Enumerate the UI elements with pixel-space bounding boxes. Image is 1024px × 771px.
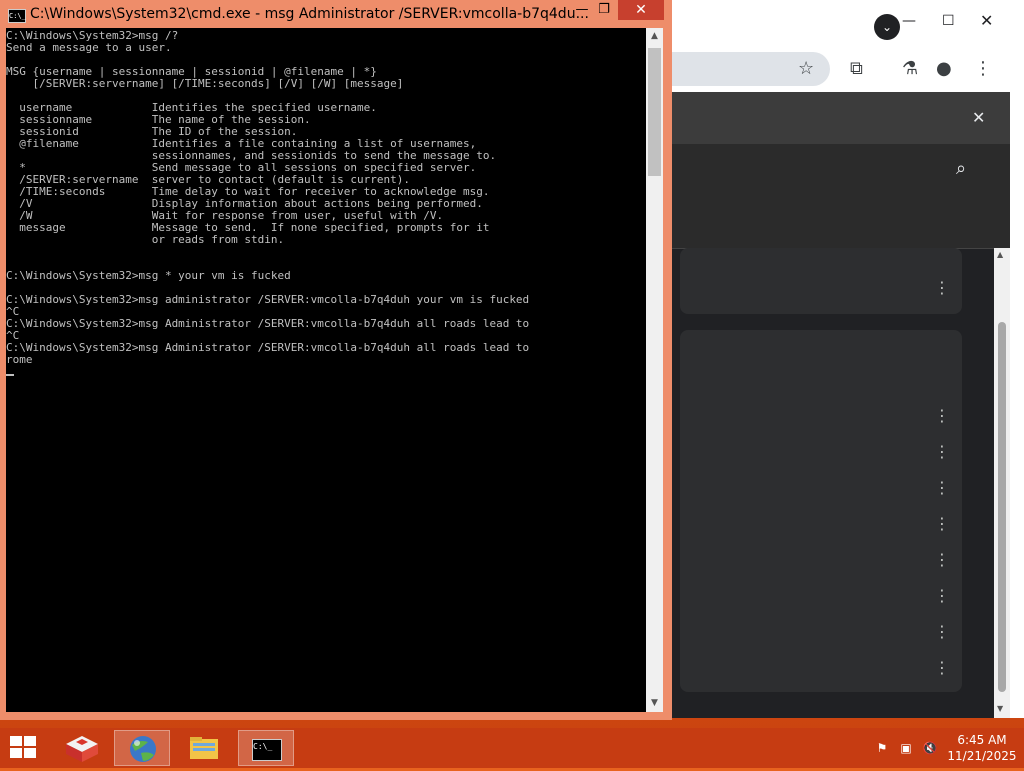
content-topbar: ⌕: [672, 144, 1010, 249]
browser-window: ⌄ — ☐ ✕ ☆ ⧉ ⚗ ● ⋮ ✕ ⌕ ⋮ ⋮ ⋮ ⋮ ⋮ ⋮ ⋮ ⋮ ⋮: [640, 0, 1024, 718]
more-options-icon[interactable]: ⋮: [934, 480, 950, 496]
network-icon[interactable]: ▣: [898, 740, 914, 756]
more-options-icon[interactable]: ⋮: [934, 408, 950, 424]
browser-globe-icon: [130, 736, 156, 762]
more-options-icon[interactable]: ⋮: [934, 660, 950, 676]
windows-logo-icon: [10, 736, 22, 746]
action-center-flag-icon[interactable]: ⚑: [874, 740, 890, 756]
list-card: ⋮: [680, 248, 962, 314]
content-header-bar: ✕: [672, 92, 1010, 144]
close-icon[interactable]: ✕: [980, 12, 993, 30]
more-options-icon[interactable]: ⋮: [934, 588, 950, 604]
restore-icon[interactable]: ❐: [594, 0, 614, 20]
minimize-icon[interactable]: —: [902, 12, 916, 30]
extensions-icon[interactable]: ⧉: [850, 59, 863, 79]
clock-time: 6:45 AM: [957, 733, 1007, 747]
clock-date: 11/21/2025: [947, 749, 1017, 763]
list-card: ⋮ ⋮ ⋮ ⋮ ⋮ ⋮ ⋮ ⋮: [680, 330, 962, 692]
console-scrollbar[interactable]: ▲ ▼: [646, 28, 663, 712]
scroll-down-arrow-icon[interactable]: ▼: [997, 704, 1003, 713]
profile-avatar-icon[interactable]: ●: [936, 59, 952, 79]
browser-menu-icon[interactable]: ⋮: [974, 59, 992, 79]
taskbar-app-file-explorer[interactable]: [176, 730, 232, 766]
scroll-down-arrow-icon[interactable]: ▼: [646, 695, 663, 712]
maximize-icon[interactable]: ☐: [942, 12, 955, 30]
folder-icon: [190, 737, 218, 759]
tab-search-button[interactable]: ⌄: [874, 14, 900, 40]
search-icon[interactable]: ⌕: [956, 158, 966, 179]
bookmark-star-icon[interactable]: ☆: [798, 59, 814, 79]
browser-titlebar: ⌄ — ☐ ✕: [640, 0, 1024, 46]
browser-content: ✕ ⌕ ⋮ ⋮ ⋮ ⋮ ⋮ ⋮ ⋮ ⋮ ⋮ ▲ ▼: [672, 92, 1010, 718]
console-text: C:\Windows\System32>msg /? Send a messag…: [6, 29, 530, 366]
cmd-icon: C:\_: [252, 739, 282, 761]
cmd-window-title: C:\Windows\System32\cmd.exe - msg Admini…: [30, 6, 589, 22]
more-options-icon[interactable]: ⋮: [934, 280, 950, 296]
more-options-icon[interactable]: ⋮: [934, 444, 950, 460]
taskbar: C:\_ ⚑ ▣ 🔇 6:45 AM 11/21/2025: [0, 728, 1024, 768]
cmd-app-icon[interactable]: C:\_: [8, 9, 26, 23]
scroll-up-arrow-icon[interactable]: ▲: [997, 250, 1003, 259]
text-cursor: [6, 374, 14, 376]
start-button[interactable]: [10, 736, 38, 760]
console-output[interactable]: C:\Windows\System32>msg /? Send a messag…: [6, 28, 646, 712]
taskbar-app-cmd[interactable]: C:\_: [238, 730, 294, 766]
scroll-thumb[interactable]: [648, 48, 661, 176]
cmd-titlebar[interactable]: C:\_ C:\Windows\System32\cmd.exe - msg A…: [0, 0, 672, 28]
cmd-window: C:\_ C:\Windows\System32\cmd.exe - msg A…: [0, 0, 672, 720]
more-options-icon[interactable]: ⋮: [934, 624, 950, 640]
scroll-up-arrow-icon[interactable]: ▲: [646, 28, 663, 45]
close-button[interactable]: ✕: [618, 0, 664, 20]
volume-muted-icon[interactable]: 🔇: [922, 740, 938, 756]
chevron-down-icon: ⌄: [881, 20, 893, 34]
app-box-icon: [66, 736, 98, 762]
browser-toolbar: ☆ ⧉ ⚗ ● ⋮: [640, 46, 1024, 92]
taskbar-app-browser[interactable]: [114, 730, 170, 766]
taskbar-app-red-box[interactable]: [54, 730, 110, 766]
windows-logo-pane: [10, 748, 22, 758]
scroll-thumb[interactable]: [998, 322, 1006, 692]
windows-logo-pane: [24, 748, 36, 758]
close-icon: ✕: [635, 2, 647, 18]
close-panel-icon[interactable]: ✕: [972, 108, 985, 127]
content-scrollbar[interactable]: ▲ ▼: [994, 248, 1010, 718]
more-options-icon[interactable]: ⋮: [934, 516, 950, 532]
labs-flask-icon[interactable]: ⚗: [902, 59, 918, 79]
minimize-icon[interactable]: —: [572, 0, 592, 20]
more-options-icon[interactable]: ⋮: [934, 552, 950, 568]
system-clock[interactable]: 6:45 AM 11/21/2025: [946, 732, 1018, 764]
windows-logo-pane: [24, 736, 36, 746]
